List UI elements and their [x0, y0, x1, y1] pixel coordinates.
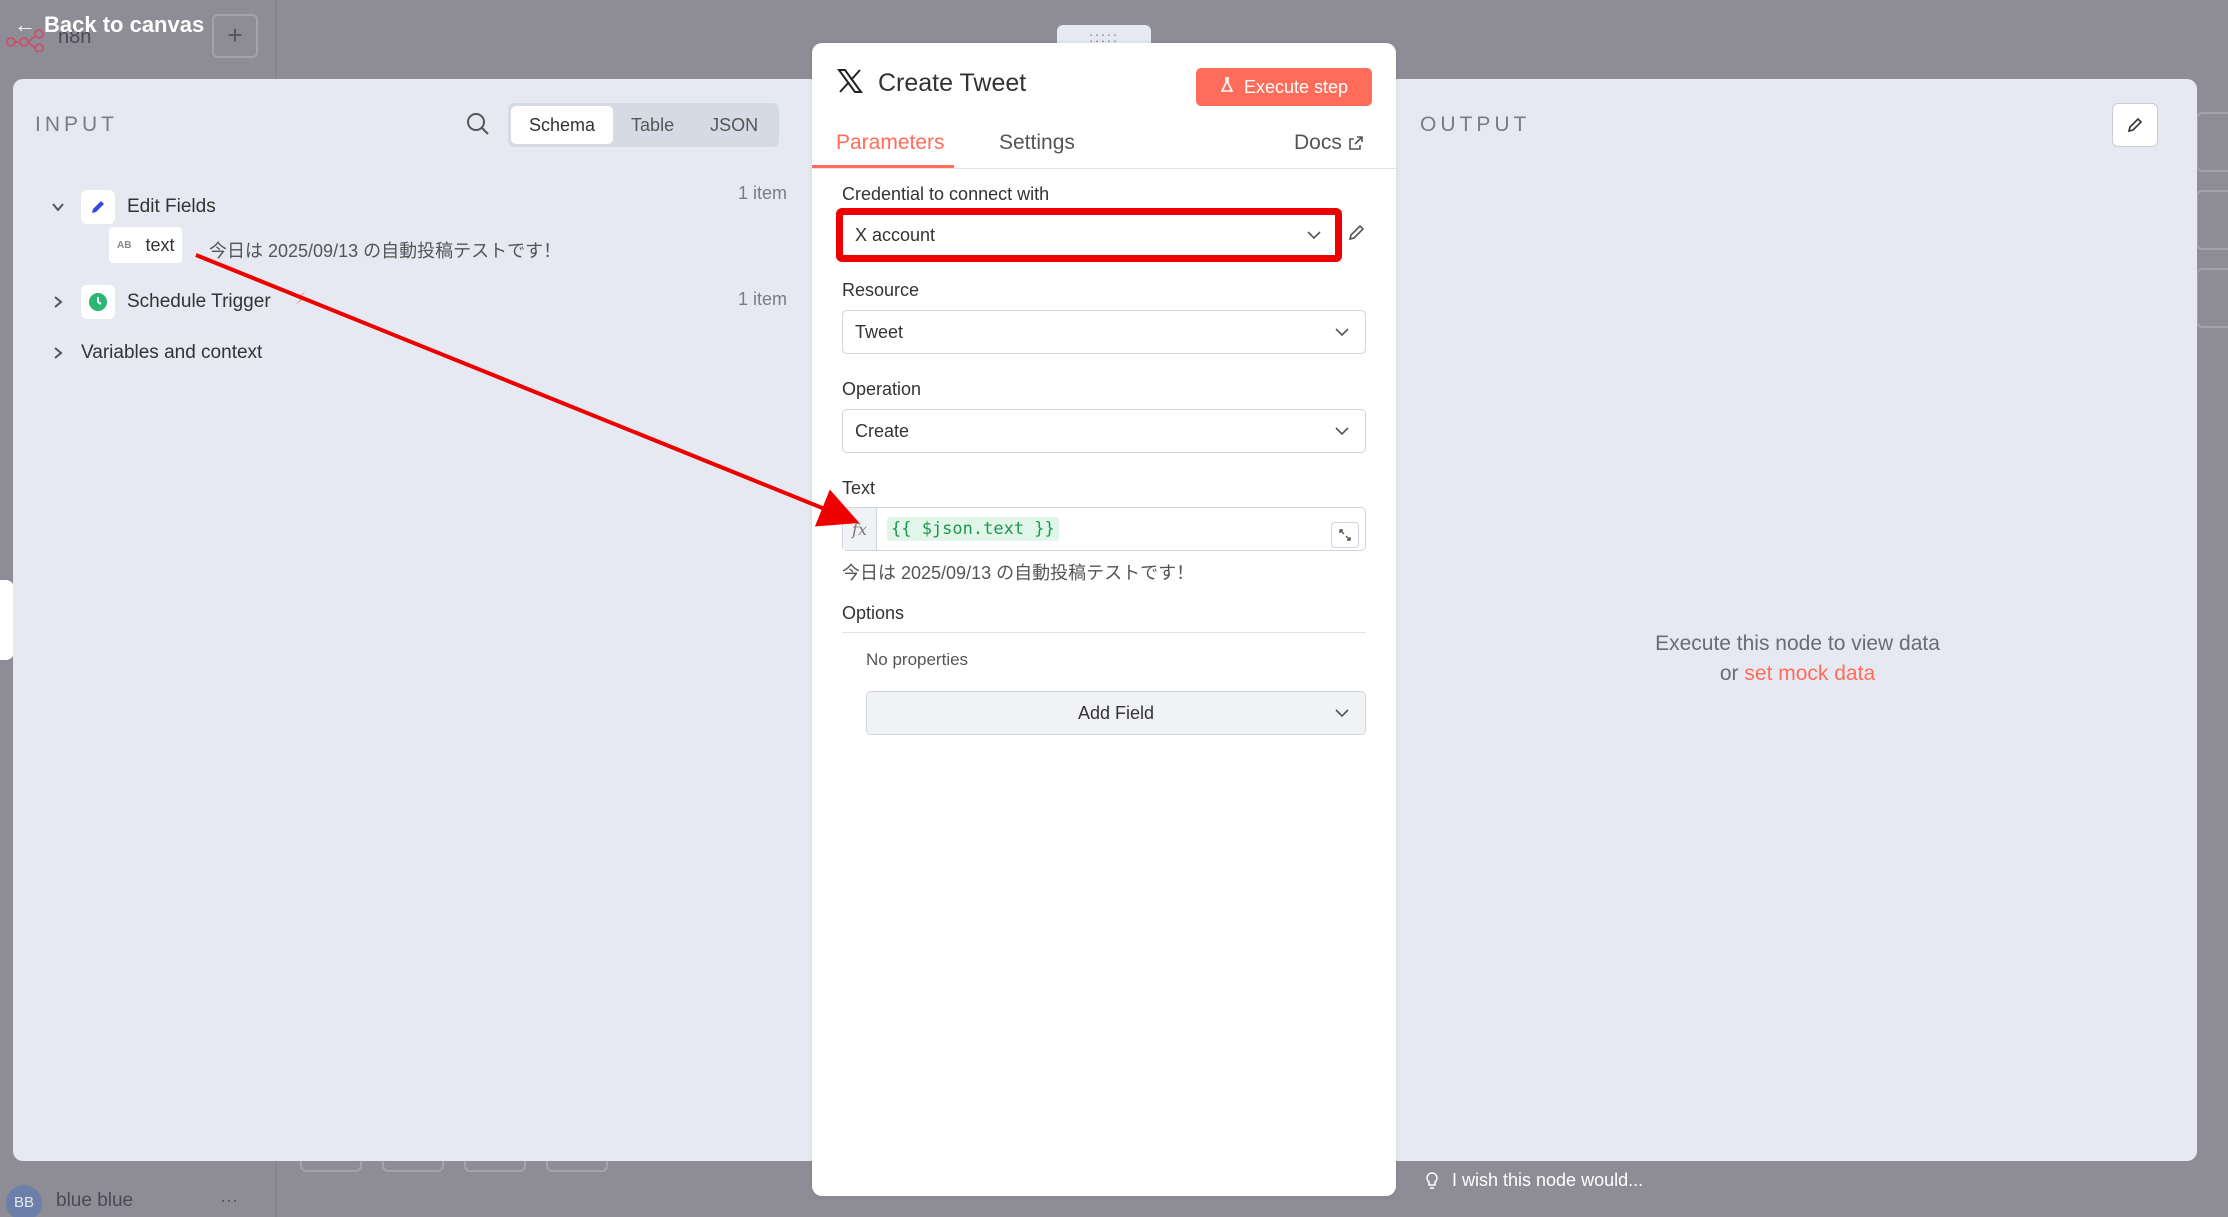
add-field-button[interactable]: Add Field	[866, 691, 1366, 735]
output-or-text: or	[1719, 662, 1739, 685]
resource-value: Tweet	[855, 321, 904, 342]
search-icon[interactable]	[463, 109, 493, 139]
chevron-down-icon	[1307, 231, 1321, 240]
active-tab-indicator	[812, 165, 954, 168]
tab-parameters[interactable]: Parameters	[836, 131, 945, 155]
output-panel: OUTPUT Execute this node to view data or…	[1398, 79, 2197, 1161]
field-value: 今日は 2025/09/13 の自動投稿テストです！	[209, 241, 562, 261]
resource-select[interactable]: Tweet	[842, 310, 1366, 354]
set-mock-data-link[interactable]: set mock data	[1744, 662, 1875, 685]
arrow-left-icon: ←	[14, 12, 36, 37]
open-expression-editor-icon[interactable]	[1331, 522, 1359, 548]
fx-icon: fx	[843, 508, 877, 550]
item-count: 1 item	[738, 289, 788, 309]
output-empty-text: Execute this node to view data	[1655, 632, 1940, 655]
add-field-label: Add Field	[1077, 703, 1155, 723]
options-label: Options	[842, 603, 1366, 633]
flask-icon	[1220, 76, 1234, 98]
output-empty-state: Execute this node to view data or set mo…	[1398, 629, 2197, 689]
operation-value: Create	[855, 420, 910, 441]
credential-select[interactable]: X account	[842, 213, 1338, 257]
external-link-icon	[1349, 136, 1363, 150]
view-table-button[interactable]: Table	[613, 106, 692, 144]
expression-preview: 今日は 2025/09/13 の自動投稿テストです！	[842, 563, 1195, 583]
view-mode-switcher: Schema Table JSON	[508, 103, 780, 147]
execute-step-label: Execute step	[1243, 76, 1349, 97]
text-label: Text	[842, 478, 876, 498]
chevron-right-icon[interactable]	[47, 291, 69, 313]
output-title: OUTPUT	[1420, 113, 1531, 136]
canvas-side-control	[2196, 112, 2228, 172]
feedback-label: I wish this node would...	[1452, 1170, 1644, 1190]
schema-field-chip[interactable]: AB text	[109, 227, 183, 263]
resource-label: Resource	[842, 280, 920, 300]
user-menu-icon[interactable]: ···	[220, 1190, 238, 1211]
back-to-canvas-label: Back to canvas	[44, 12, 205, 37]
edit-credential-icon[interactable]	[1346, 221, 1368, 248]
side-handle[interactable]	[0, 580, 14, 660]
node-label: Schedule Trigger	[127, 291, 271, 312]
input-title: INPUT	[35, 113, 118, 136]
credential-value: X account	[855, 224, 936, 245]
chevron-down-icon[interactable]	[47, 196, 69, 218]
chevron-right-icon[interactable]	[47, 342, 69, 364]
docs-link[interactable]: Docs	[1294, 131, 1364, 155]
pencil-node-icon	[81, 190, 115, 224]
edit-output-button[interactable]	[2112, 103, 2158, 147]
x-logo-icon	[836, 67, 864, 100]
back-to-canvas-link[interactable]: ← Back to canvas	[14, 12, 204, 38]
avatar[interactable]: BB	[6, 1185, 42, 1217]
lightbulb-icon	[1426, 1171, 1438, 1189]
view-json-button[interactable]: JSON	[692, 106, 776, 144]
tab-settings[interactable]: Settings	[999, 131, 1075, 155]
operation-select[interactable]: Create	[842, 409, 1366, 453]
tree-node-schedule-trigger[interactable]: Schedule Trigger	[47, 285, 271, 319]
operation-label: Operation	[842, 379, 922, 399]
trigger-bolt-icon: ⚡	[295, 291, 307, 308]
item-count: 1 item	[738, 183, 788, 203]
chevron-down-icon	[1335, 427, 1349, 436]
node-parameters-card: Create Tweet Execute step Parameters Set…	[812, 43, 1396, 1196]
node-title[interactable]: Create Tweet	[878, 69, 1026, 98]
execute-step-button[interactable]: Execute step	[1196, 68, 1372, 106]
docs-label: Docs	[1294, 131, 1342, 154]
feedback-link[interactable]: I wish this node would...	[1424, 1170, 1643, 1191]
credential-label: Credential to connect with	[842, 184, 1050, 204]
canvas-side-control	[2196, 268, 2228, 328]
tree-variables-context[interactable]: Variables and context	[47, 342, 262, 364]
expression-value: {{ $json.text }}	[887, 517, 1059, 541]
user-name: blue blue	[56, 1190, 134, 1211]
canvas-side-control	[2196, 190, 2228, 250]
input-panel: INPUT Schema Table JSON Edit Fields 1 it…	[13, 79, 813, 1161]
tree-node-edit-fields[interactable]: Edit Fields	[47, 190, 216, 224]
node-tabs: Parameters Settings Docs	[812, 121, 1396, 169]
field-name: text	[145, 234, 175, 255]
clock-node-icon	[81, 285, 115, 319]
text-expression-input[interactable]: fx {{ $json.text }}	[842, 507, 1366, 551]
chevron-down-icon	[1335, 328, 1349, 337]
no-properties-text: No properties	[866, 650, 969, 669]
node-header: Create Tweet	[836, 67, 1026, 100]
add-button[interactable]: +	[212, 14, 258, 58]
view-schema-button[interactable]: Schema	[511, 106, 614, 144]
variables-label: Variables and context	[81, 342, 263, 363]
string-type-icon: AB	[117, 239, 132, 251]
node-label: Edit Fields	[127, 196, 216, 217]
chevron-down-icon	[1335, 709, 1349, 718]
